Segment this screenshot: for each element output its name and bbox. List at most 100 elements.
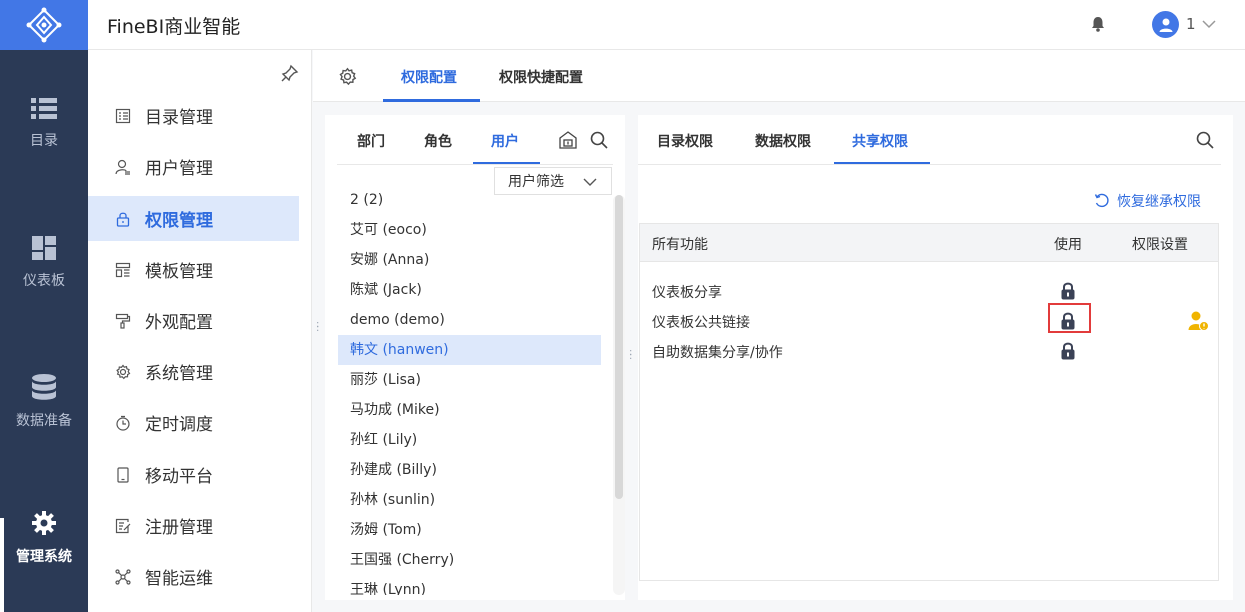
list-item[interactable]: 汤姆 (Tom) [338, 515, 601, 545]
scrollbar[interactable] [615, 195, 623, 499]
user-avatar-icon [1159, 18, 1172, 32]
menu-item-registration[interactable]: 注册管理 [88, 503, 299, 548]
tab-data-permission[interactable]: 数据权限 [755, 131, 811, 151]
user-filter-select[interactable]: 用户筛选 [494, 167, 612, 195]
menu-item-scheduler[interactable]: 定时调度 [88, 400, 299, 445]
menu-item-system[interactable]: 系统管理 [88, 349, 299, 394]
menu-item-catalog[interactable]: 目录管理 [88, 93, 299, 138]
gear-icon [114, 363, 132, 381]
list-item-selected[interactable]: 韩文 (hanwen) [338, 335, 601, 365]
rail-item-catalog[interactable]: 目录 [0, 98, 88, 150]
user-name[interactable]: 1 [1186, 15, 1196, 33]
table-row: 仪表板公共链接 [640, 303, 1218, 336]
pin-icon[interactable] [281, 64, 299, 82]
user-panel: 部门 角色 用户 2 (2) 艾可 (eoco) 安娜 (Anna) 陈斌 (J… [325, 115, 625, 600]
app-logo[interactable] [0, 0, 88, 50]
tab-catalog-permission[interactable]: 目录权限 [657, 131, 713, 151]
admin-menu: 目录管理 用户管理 权限管理 模板管理 外观配置 系统管理 定时调度 移动平台 … [88, 50, 312, 612]
user-permission-setting-icon[interactable] [1188, 310, 1210, 332]
divider [638, 164, 1221, 165]
tab-roles[interactable]: 角色 [424, 131, 452, 151]
list-item[interactable]: 孙林 (sunlin) [338, 485, 601, 515]
permission-table: 所有功能 使用 权限设置 仪表板分享 仪表板公共链接 自助数据集分享/协作 [639, 223, 1219, 581]
paint-roller-icon [114, 312, 132, 330]
search-icon[interactable] [589, 130, 609, 150]
rail-item-data-prep[interactable]: 数据准备 [0, 374, 88, 430]
list-icon [31, 98, 57, 119]
menu-item-appearance[interactable]: 外观配置 [88, 298, 299, 343]
register-icon [114, 517, 132, 535]
user-list: 2 (2) 艾可 (eoco) 安娜 (Anna) 陈斌 (Jack) demo… [338, 185, 601, 595]
rail-label: 仪表板 [23, 273, 65, 289]
rail-label: 管理系统 [16, 549, 72, 565]
menu-item-permissions[interactable]: 权限管理 [88, 196, 299, 241]
menu-item-label: 权限管理 [145, 211, 213, 231]
list-item[interactable]: 孙红 (Lily) [338, 425, 601, 455]
mobile-icon [114, 466, 132, 484]
network-icon [114, 568, 132, 586]
permission-panel: 目录权限 数据权限 共享权限 恢复继承权限 所有功能 使用 权限设置 仪表板分享 [638, 115, 1233, 600]
tab-users[interactable]: 用户 [491, 131, 519, 151]
list-item[interactable]: 陈斌 (Jack) [338, 275, 601, 305]
function-name: 仪表板公共链接 [652, 315, 750, 331]
tab-quick-config[interactable]: 权限快捷配置 [499, 67, 583, 87]
top-bar: FineBI商业智能 1 [0, 0, 1245, 50]
list-item[interactable]: 王琳 (Lynn) [338, 575, 601, 595]
restore-inherit-button[interactable]: 恢复继承权限 [1094, 191, 1201, 211]
bell-icon[interactable] [1089, 15, 1107, 33]
divider [337, 164, 613, 165]
column-header: 使用 [1054, 237, 1082, 253]
user-icon [114, 158, 132, 176]
menu-item-label: 用户管理 [145, 159, 213, 179]
menu-item-users[interactable]: 用户管理 [88, 144, 299, 189]
rail-label: 目录 [30, 133, 58, 149]
resize-handle[interactable]: :: [629, 348, 633, 362]
list-item[interactable]: 安娜 (Anna) [338, 245, 601, 275]
list-item[interactable]: 孙建成 (Billy) [338, 455, 601, 485]
column-header: 权限设置 [1132, 237, 1188, 253]
menu-item-mobile[interactable]: 移动平台 [88, 452, 299, 497]
resize-handle[interactable]: :: [316, 320, 320, 334]
menu-item-label: 目录管理 [145, 108, 213, 128]
user-filter-label: 用户筛选 [508, 174, 564, 190]
list-item[interactable]: 马功成 (Mike) [338, 395, 601, 425]
settings-icon[interactable] [338, 67, 357, 86]
tab-permission-config[interactable]: 权限配置 [401, 67, 457, 87]
list-item[interactable]: 艾可 (eoco) [338, 215, 601, 245]
menu-item-label: 外观配置 [145, 313, 213, 333]
list-item[interactable]: demo (demo) [338, 305, 601, 335]
chevron-down-icon[interactable] [1201, 16, 1217, 32]
menu-item-label: 智能运维 [145, 569, 213, 589]
lock-icon[interactable] [1060, 311, 1076, 331]
avatar[interactable] [1152, 11, 1179, 38]
catalog-icon [114, 107, 132, 125]
rail-label: 数据准备 [16, 413, 72, 429]
rail-item-admin[interactable]: 管理系统 [0, 510, 88, 566]
tab-departments[interactable]: 部门 [357, 131, 385, 151]
table-header: 所有功能 使用 权限设置 [640, 224, 1218, 262]
database-icon [32, 374, 56, 400]
menu-item-label: 注册管理 [145, 518, 213, 538]
tab-share-permission[interactable]: 共享权限 [852, 131, 908, 151]
function-name: 自助数据集分享/协作 [652, 345, 783, 361]
lock-icon[interactable] [1060, 341, 1076, 361]
menu-item-ops[interactable]: 智能运维 [88, 554, 299, 599]
active-tab-indicator [383, 99, 480, 102]
menu-item-label: 移动平台 [145, 467, 213, 487]
primary-nav: 目录 仪表板 数据准备 管理系统 [0, 50, 88, 612]
table-row: 自助数据集分享/协作 [640, 336, 1218, 366]
search-icon[interactable] [1195, 130, 1215, 150]
restore-icon [1094, 193, 1110, 209]
menu-item-templates[interactable]: 模板管理 [88, 247, 299, 292]
lock-icon [114, 210, 132, 228]
batch-icon[interactable] [558, 130, 578, 150]
template-icon [114, 261, 132, 279]
logo-icon [26, 7, 62, 43]
rail-item-dashboard[interactable]: 仪表板 [0, 236, 88, 290]
main-tab-bar: 权限配置 权限快捷配置 [313, 50, 1245, 102]
list-item[interactable]: 丽莎 (Lisa) [338, 365, 601, 395]
chevron-down-icon [583, 178, 597, 186]
list-item[interactable]: 王国强 (Cherry) [338, 545, 601, 575]
table-row: 仪表板分享 [640, 276, 1218, 306]
lock-icon[interactable] [1060, 281, 1076, 301]
